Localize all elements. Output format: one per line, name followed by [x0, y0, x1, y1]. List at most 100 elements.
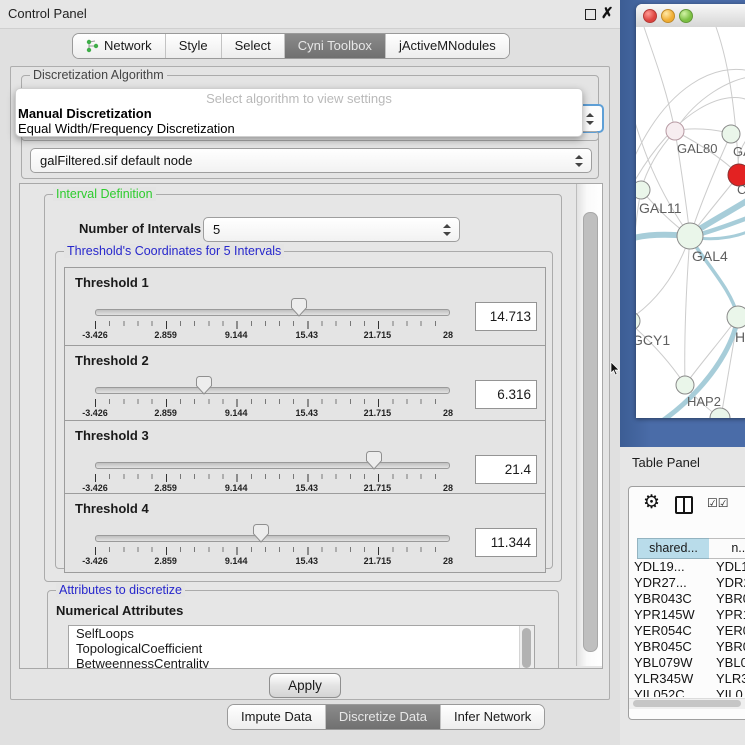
network-node-labels: GAL80 GA C GAL11 GAL4 GCY1 H HAP2: [636, 141, 745, 409]
table-row[interactable]: YBR045CYBR0: [629, 639, 745, 655]
zoom-traffic-light[interactable]: [679, 9, 693, 23]
settings-scrollbar[interactable]: [576, 184, 602, 666]
panel-title: Control Panel: [8, 0, 87, 28]
split-columns-icon[interactable]: [675, 496, 693, 514]
threshold-3-panel: Threshold 3 -3.426 2.859 9.144 15.43: [64, 420, 546, 496]
spinner-arrows-icon: [443, 224, 451, 236]
slider-major-ticks: [95, 399, 449, 407]
dropdown-option-equal-width[interactable]: Equal Width/Frequency Discretization: [16, 121, 582, 136]
slider-major-ticks: [95, 321, 449, 329]
control-panel-titlebar: Control Panel ✗: [0, 0, 620, 29]
tab-label: Network: [104, 34, 152, 58]
threshold-4-panel: Threshold 4 -3.426 2.859 9.144 15.43: [64, 493, 546, 573]
table-row[interactable]: YPR145WYPR1: [629, 607, 745, 623]
close-traffic-light[interactable]: [643, 9, 657, 23]
checkbox-columns-icon[interactable]: ☑☑: [707, 496, 729, 510]
num-intervals-value: 5: [213, 222, 220, 237]
node-hap2[interactable]: [676, 376, 694, 394]
minimize-traffic-light[interactable]: [661, 9, 675, 23]
node-label: GAL11: [639, 200, 682, 216]
network-edges: [636, 27, 745, 418]
num-intervals-label: Number of Intervals: [79, 221, 201, 236]
tab-network[interactable]: Network: [73, 34, 165, 58]
node-gal4[interactable]: [677, 223, 703, 249]
table-horizontal-scrollbar[interactable]: [629, 698, 745, 709]
slider-tick-labels: -3.426 2.859 9.144 15.43 21.715 28: [95, 330, 448, 341]
table-data-combobox[interactable]: galFiltered.sif default node: [30, 148, 592, 173]
table-row[interactable]: YER054CYER0: [629, 623, 745, 639]
node-partial-low-right[interactable]: [727, 306, 745, 328]
threshold-value-field[interactable]: 14.713: [475, 302, 537, 331]
interval-definition-title: Interval Definition: [53, 187, 156, 201]
float-icon[interactable]: [585, 9, 596, 20]
column-header-shared-name[interactable]: shared...: [637, 538, 710, 559]
table-row[interactable]: YIL052CYIL0: [629, 687, 745, 697]
threshold-slider-thumb[interactable]: [196, 376, 212, 395]
node-label: C: [737, 182, 745, 197]
node-gal11[interactable]: [636, 181, 650, 199]
scrollbar-thumb[interactable]: [633, 700, 741, 707]
table-row[interactable]: YLR345WYLR3: [629, 671, 745, 687]
close-icon[interactable]: ✗: [601, 4, 614, 24]
threshold-label: Threshold 3: [75, 428, 149, 443]
list-item[interactable]: BetweennessCentrality: [69, 656, 534, 669]
threshold-1-panel: Threshold 1 -3.426 2.859 9.144 15.43: [64, 267, 546, 348]
spinner-arrows-icon: [575, 155, 583, 167]
algorithm-dropdown-popup: Select algorithm to view settings Manual…: [15, 88, 583, 137]
num-intervals-combobox[interactable]: 5: [203, 217, 460, 242]
node-bottom-cut[interactable]: [710, 408, 730, 418]
network-canvas[interactable]: GAL80 GA C GAL11 GAL4 GCY1 H HAP2: [636, 27, 745, 418]
threshold-value-field[interactable]: 21.4: [475, 455, 537, 484]
list-item[interactable]: SelfLoops: [69, 626, 534, 641]
threshold-slider-thumb[interactable]: [253, 524, 269, 543]
table-row[interactable]: YDR27...YDR2: [629, 575, 745, 591]
dropdown-placeholder: Select algorithm to view settings: [16, 91, 582, 106]
numerical-attributes-label: Numerical Attributes: [56, 603, 183, 618]
table-row[interactable]: YBR043CYBR0: [629, 591, 745, 607]
table-row[interactable]: YBL079WYBL0: [629, 655, 745, 671]
list-item[interactable]: TopologicalCoefficient: [69, 641, 534, 656]
tab-impute-data[interactable]: Impute Data: [228, 705, 325, 729]
apply-button[interactable]: Apply: [269, 673, 341, 698]
list-scrollbar[interactable]: [519, 626, 534, 669]
node-gal80[interactable]: [666, 122, 684, 140]
tab-cyni-toolbox[interactable]: Cyni Toolbox: [284, 34, 385, 58]
thresholds-group-title: Threshold's Coordinates for 5 Intervals: [64, 244, 284, 258]
scrollbar-thumb[interactable]: [522, 628, 531, 668]
network-window-titlebar[interactable]: [636, 4, 745, 28]
tab-jactivemnodules[interactable]: jActiveMNodules: [385, 34, 509, 58]
numerical-attributes-list[interactable]: SelfLoops TopologicalCoefficient Between…: [68, 625, 535, 669]
tab-infer-network[interactable]: Infer Network: [440, 705, 544, 729]
tab-style[interactable]: Style: [165, 34, 221, 58]
threshold-value-field[interactable]: 11.344: [475, 528, 537, 557]
table-data-value: galFiltered.sif default node: [40, 153, 192, 168]
column-header-name[interactable]: n...: [709, 538, 745, 559]
algorithm-group-title: Discretization Algorithm: [30, 68, 167, 82]
tab-select[interactable]: Select: [221, 34, 284, 58]
dropdown-option-manual[interactable]: Manual Discretization: [16, 106, 582, 121]
attributes-group-title: Attributes to discretize: [56, 583, 185, 597]
table-panel-title: Table Panel: [632, 455, 700, 470]
threshold-label: Threshold 1: [75, 275, 149, 290]
network-icon: [86, 39, 99, 53]
attributes-group: Attributes to discretize Numerical Attri…: [47, 590, 559, 669]
node-partial-top-right[interactable]: [722, 125, 740, 143]
threshold-value-field[interactable]: 6.316: [475, 380, 537, 409]
bottom-tab-bar: Impute Data Discretize Data Infer Networ…: [227, 704, 545, 730]
table-row[interactable]: YDL19...YDL1: [629, 559, 745, 575]
node-label: GAL80: [677, 141, 717, 156]
threshold-slider-thumb[interactable]: [291, 298, 307, 317]
node-label: H: [735, 329, 745, 345]
scrollbar-thumb[interactable]: [583, 212, 598, 652]
gear-icon[interactable]: ⚙: [643, 491, 660, 514]
table-rows: YDL19...YDL1 YDR27...YDR2 YBR043CYBR0 YP…: [629, 559, 745, 697]
node-gcy1[interactable]: [636, 312, 640, 330]
threshold-slider-thumb[interactable]: [366, 451, 382, 470]
interval-definition-group: Interval Definition Number of Intervals …: [44, 194, 562, 582]
mouse-cursor: [610, 362, 620, 376]
threshold-label: Threshold 4: [75, 501, 149, 516]
spinner-arrows-icon: [586, 113, 594, 125]
slider-tick-labels: -3.426 2.859 9.144 15.43 21.715 28: [95, 556, 448, 567]
slider-tick-labels: -3.426 2.859 9.144 15.43 21.715 28: [95, 408, 448, 419]
tab-discretize-data[interactable]: Discretize Data: [325, 705, 440, 729]
